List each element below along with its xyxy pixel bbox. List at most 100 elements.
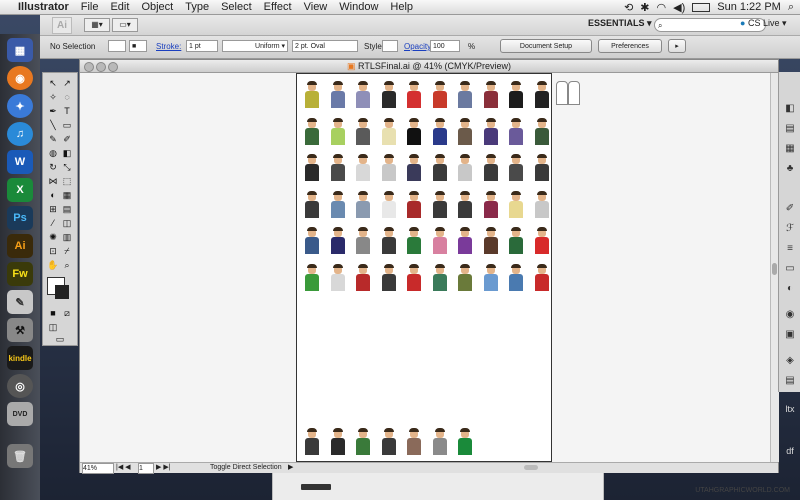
character-figure[interactable] <box>356 263 370 291</box>
hand-tool-icon[interactable]: ✋ <box>46 259 60 271</box>
character-figure[interactable] <box>432 428 447 455</box>
character-figure[interactable] <box>381 81 396 108</box>
canvas-area[interactable] <box>80 73 770 462</box>
character-figure[interactable] <box>509 263 523 291</box>
arrange-documents-button[interactable]: ▭▾ <box>112 18 138 32</box>
color-guide-panel-icon[interactable]: ▤ <box>783 122 797 136</box>
character-figure[interactable] <box>381 428 396 455</box>
paintbrush-tool-icon[interactable]: ✎ <box>46 133 60 145</box>
character-figure[interactable] <box>305 428 319 455</box>
character-figure[interactable] <box>330 154 345 181</box>
lasso-tool-icon[interactable]: ◌ <box>60 91 74 103</box>
character-figure[interactable] <box>381 154 396 181</box>
character-figure[interactable] <box>381 227 396 254</box>
stroke-label[interactable]: Stroke: <box>156 42 181 51</box>
character-figure[interactable] <box>407 263 421 291</box>
blob-brush-tool-icon[interactable]: ◍ <box>46 147 60 159</box>
menu-effect[interactable]: Effect <box>258 0 298 14</box>
scroll-thumb[interactable] <box>772 263 777 275</box>
character-figure[interactable] <box>534 190 549 218</box>
select-similar-button[interactable]: ▸ <box>668 39 686 53</box>
artboard-tool-icon[interactable]: ⊡ <box>46 245 60 257</box>
character-figure[interactable] <box>381 263 396 291</box>
character-figure[interactable] <box>356 81 370 108</box>
perspective-grid-tool-icon[interactable]: ▦ <box>60 189 74 201</box>
selection-tool-icon[interactable]: ↖ <box>46 77 60 89</box>
draw-mode-icon[interactable]: ◫ <box>46 321 60 333</box>
menu-type[interactable]: Type <box>179 0 215 14</box>
eraser-tool-icon[interactable]: ◧ <box>60 147 74 159</box>
character-figure[interactable] <box>483 263 498 291</box>
screen-mode-icon[interactable]: ▭ <box>53 333 67 345</box>
volume-icon[interactable]: ◀) <box>673 1 685 14</box>
character-figure[interactable] <box>509 154 523 181</box>
menu-window[interactable]: Window <box>333 0 384 14</box>
character-figure[interactable] <box>305 227 319 254</box>
character-figure[interactable] <box>330 81 345 108</box>
app-icon[interactable]: ✎ <box>7 290 33 314</box>
cs-live-button[interactable]: ● CS Live ▾ <box>740 18 787 29</box>
word-icon[interactable]: W <box>7 150 33 174</box>
shape-builder-tool-icon[interactable]: ◐ <box>46 189 60 201</box>
stroke-panel-icon[interactable]: ≡ <box>783 242 797 256</box>
width-tool-icon[interactable]: ⋈ <box>46 175 60 187</box>
minimize-window-icon[interactable] <box>96 62 106 72</box>
character-figure[interactable] <box>356 117 370 145</box>
finder-icon[interactable]: ▦ <box>7 38 33 62</box>
dvd-player-icon[interactable]: DVD <box>7 402 33 426</box>
tools-icon[interactable]: ⚒ <box>7 318 33 342</box>
pencil-tool-icon[interactable]: ✐ <box>60 133 74 145</box>
itunes-icon[interactable]: ♫ <box>7 122 33 146</box>
character-figure[interactable] <box>330 263 345 291</box>
firefox-icon[interactable]: ◉ <box>7 66 33 90</box>
character-figure[interactable] <box>458 263 472 291</box>
character-figure[interactable] <box>356 190 370 218</box>
safari-icon[interactable]: ✦ <box>7 94 33 118</box>
character-figure[interactable] <box>458 428 472 455</box>
apple-menu-icon[interactable] <box>0 0 12 14</box>
layers-panel-icon[interactable]: ◈ <box>783 354 797 368</box>
character-figure[interactable] <box>432 117 447 145</box>
wifi-icon[interactable]: ◠ <box>657 1 667 14</box>
brushes-panel-icon[interactable]: ✐ <box>783 202 797 216</box>
character-figure[interactable] <box>534 154 549 181</box>
artboard-number-field[interactable]: 1 <box>138 463 154 474</box>
dashboard-icon[interactable]: ◎ <box>7 374 33 398</box>
bluetooth-icon[interactable]: ✱ <box>640 1 649 14</box>
zoom-tool-icon[interactable]: ⌕ <box>60 259 74 271</box>
character-figure[interactable] <box>483 154 498 181</box>
pen-tool-icon[interactable]: ✒ <box>46 105 60 117</box>
character-figure[interactable] <box>305 154 319 181</box>
artboard-nav-prev[interactable]: |◀ ◀ <box>116 463 131 472</box>
character-figure[interactable] <box>458 227 472 254</box>
menu-view[interactable]: View <box>298 0 334 14</box>
workspace-switcher[interactable]: ESSENTIALS ▾ <box>588 18 652 29</box>
trash-icon[interactable]: 🗑 <box>7 444 33 468</box>
bridge-button[interactable]: ▦▾ <box>84 18 110 32</box>
variable-width-profile[interactable]: Uniform ▾ <box>222 40 288 52</box>
character-figure[interactable] <box>407 227 421 254</box>
menu-object[interactable]: Object <box>135 0 179 14</box>
character-figure[interactable] <box>381 190 396 218</box>
gradient-tool-icon[interactable]: ▤ <box>60 203 74 215</box>
horizontal-scroll-thumb[interactable] <box>524 465 538 470</box>
artboards-panel-icon[interactable]: ▤ <box>783 374 797 388</box>
menu-help[interactable]: Help <box>384 0 419 14</box>
character-figure[interactable] <box>534 81 549 108</box>
color-mode-icon[interactable]: ■ <box>46 307 60 319</box>
symbols-panel-icon[interactable]: ♣ <box>783 162 797 176</box>
color-panel-icon[interactable]: ◧ <box>783 102 797 116</box>
type-tool-icon[interactable]: T <box>60 105 74 117</box>
none-mode-icon[interactable]: ⧄ <box>60 307 74 319</box>
column-graph-tool-icon[interactable]: ▥ <box>60 231 74 243</box>
rotate-tool-icon[interactable]: ↻ <box>46 161 60 173</box>
clock[interactable]: Sun 1:22 PM <box>717 1 781 13</box>
line-tool-icon[interactable]: ╲ <box>46 119 60 131</box>
menu-select[interactable]: Select <box>215 0 258 14</box>
mesh-tool-icon[interactable]: ⊞ <box>46 203 60 215</box>
character-figure[interactable] <box>330 428 345 455</box>
artboard-nav-next[interactable]: ▶ ▶| <box>156 463 171 472</box>
status-text[interactable]: Toggle Direct Selection <box>210 463 282 472</box>
appearance-panel-icon[interactable]: ◉ <box>783 308 797 322</box>
spotlight-icon[interactable]: ⌕ <box>788 1 794 14</box>
